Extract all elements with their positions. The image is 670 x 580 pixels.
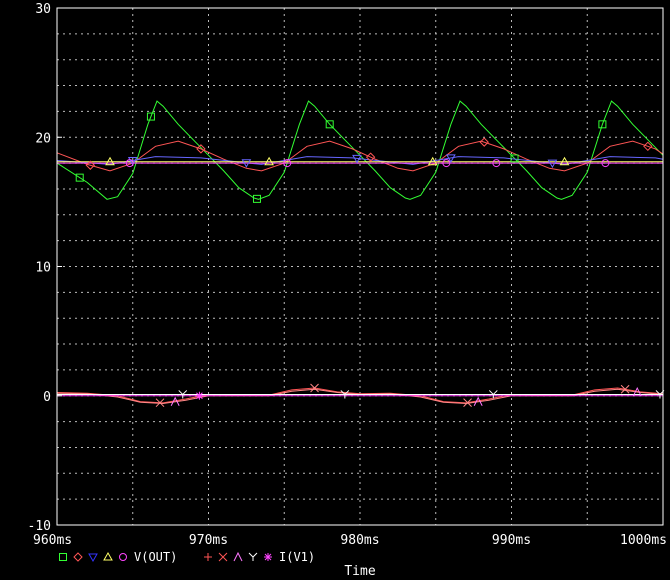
- plot-background: [0, 0, 670, 580]
- y-tick-label: 10: [35, 261, 51, 276]
- x-axis-label: Time: [344, 564, 375, 579]
- legend-label: I(V1): [279, 550, 315, 564]
- x-tick-label: 970ms: [189, 533, 228, 548]
- y-tick-label: 30: [35, 2, 51, 17]
- x-tick-label: 980ms: [340, 533, 379, 548]
- y-tick-label: -10: [28, 519, 51, 534]
- legend-label: V(OUT): [134, 550, 177, 564]
- waveform-plot: -10 0 10 20 30 960ms 970ms 980ms 990ms 1000ms V(…: [0, 0, 670, 580]
- legend-asterisk-icon: [264, 553, 272, 561]
- x-tick-label: 1000ms: [620, 533, 667, 548]
- y-tick-label: 20: [35, 131, 51, 146]
- y-tick-label: 0: [43, 390, 51, 405]
- x-tick-label: 990ms: [492, 533, 531, 548]
- x-tick-label: 960ms: [33, 533, 72, 548]
- asterisk-marker: [195, 391, 204, 400]
